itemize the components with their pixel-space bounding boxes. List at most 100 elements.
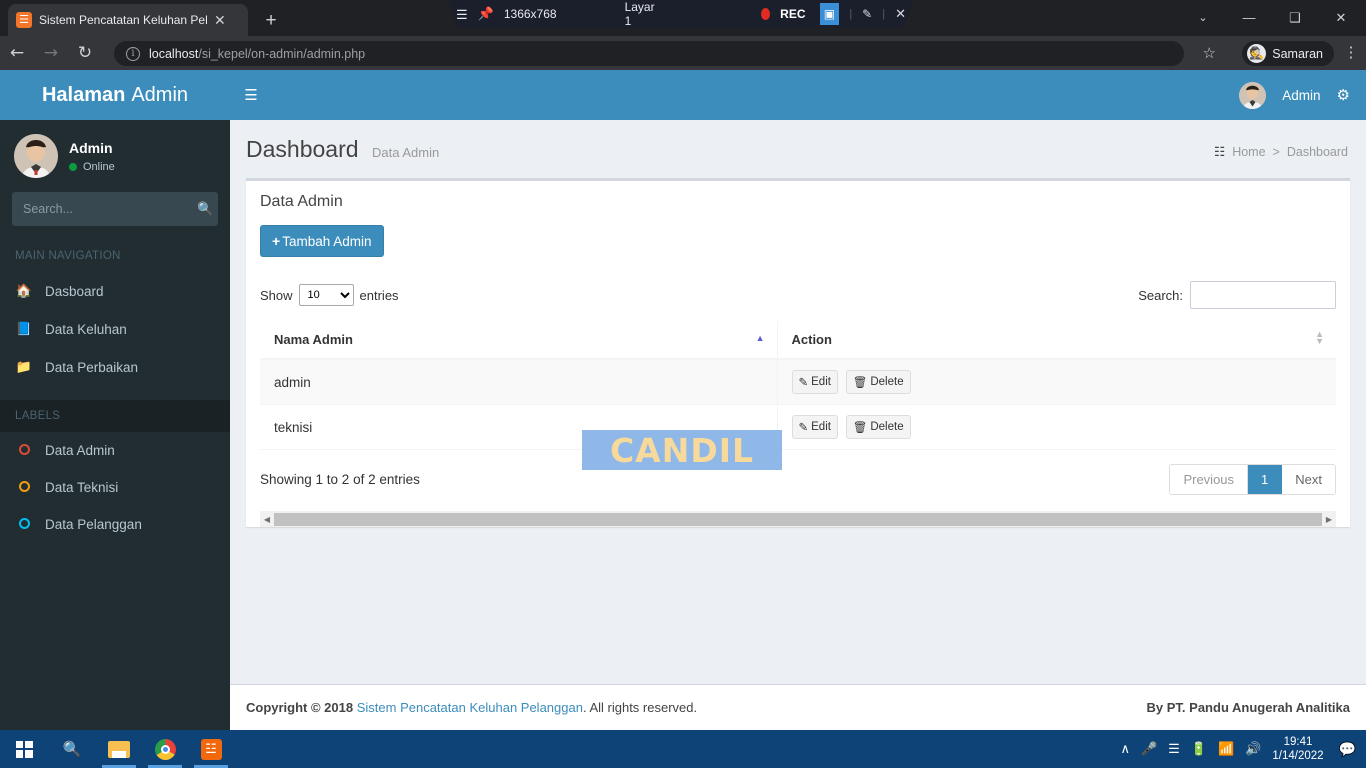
content-header: Dashboard Data Admin ☷ Home > Dashboard [230,120,1366,174]
page-root: Halaman Admin Admin Online Search... 🔍 M… [0,70,1366,730]
table-search-control: Search: [1138,281,1336,309]
pagination-page-1[interactable]: 1 [1248,465,1283,494]
breadcrumb: ☷ Home > Dashboard [1213,144,1348,160]
dashboard-icon: ☷ [1213,145,1226,159]
datatable-controls: Show 102550100 entries Search: [260,281,1336,309]
content-area: ☰ Admin ⚙ Dashboard Data Admin ☷ Home > … [230,70,1366,730]
pagination-next[interactable]: Next [1282,465,1335,494]
sidebar-item-label: Data Admin [45,443,115,458]
entries-select[interactable]: 102550100 [298,284,354,306]
system-tray: ∧ 🎤 ☰ 🔋 📶 🔊 19:41 1/14/2022 💬 [1120,735,1366,763]
volume-icon[interactable]: 🔊 [1245,741,1261,757]
sidebar-item-data-keluhan[interactable]: 📘 Data Keluhan [0,310,230,348]
navbar-avatar[interactable] [1239,81,1267,109]
breadcrumb-separator: > [1272,144,1280,159]
search-icon[interactable]: 🔍 [194,201,217,217]
reload-icon[interactable]: ↻ [68,36,102,70]
sidebar-user-name: Admin [69,139,113,156]
notification-icon[interactable]: 💬 [1339,741,1356,758]
chrome-icon[interactable] [142,730,188,768]
circle-yellow-icon [15,480,33,495]
sidebar-item-data-teknisi[interactable]: Data Teknisi [0,469,230,506]
edit-button[interactable]: ✎ Edit [791,415,838,439]
tambah-admin-button[interactable]: + Tambah Admin [260,225,384,257]
table-search-input[interactable] [1190,281,1336,309]
pin-icon[interactable]: 📌 [478,6,494,22]
back-arrow-icon[interactable]: ← [0,36,34,70]
window-maximize-button[interactable]: ❑ [1272,0,1318,36]
sidebar-item-label: Data Teknisi [45,480,119,495]
delete-button[interactable]: 🗑 Delete [845,370,911,394]
pencil-icon[interactable]: ✎ [862,7,872,21]
home-icon: 🏠 [15,283,33,298]
forward-arrow-icon[interactable]: → [34,36,68,70]
edit-label: Edit [811,376,831,388]
search-label: Search: [1138,287,1183,303]
footer-copyright: Copyright © 2018 Sistem Pencatatan Keluh… [246,700,697,715]
microphone-icon[interactable]: 🎤 [1141,741,1157,757]
sidebar-item-data-perbaikan[interactable]: 📁 Data Perbaikan [0,348,230,386]
footer-link[interactable]: Sistem Pencatatan Keluhan Pelanggan [357,700,583,715]
top-navbar: ☰ Admin ⚙ [230,70,1366,120]
column-header-action[interactable]: Action ▲ ▼ [777,321,1336,360]
windows-start-icon[interactable] [0,730,48,768]
browser-tab[interactable]: ☰ Sistem Pencatatan Keluhan Pelan ✕ [8,4,248,36]
taskbar-clock[interactable]: 19:41 1/14/2022 [1272,735,1323,763]
user-avatar [14,134,58,178]
url-host: localhost [149,46,199,61]
box-body: + Tambah Admin Show 102550100 entries Se… [246,221,1350,511]
datatable-footer: Showing 1 to 2 of 2 entries Previous 1 N… [260,464,1336,501]
sidebar-item-data-pelanggan[interactable]: Data Pelanggan [0,506,230,543]
column-header-nama-admin[interactable]: Nama Admin ▲ [260,321,778,360]
breadcrumb-home[interactable]: Home [1232,145,1265,159]
edit-button[interactable]: ✎ Edit [791,370,838,394]
wifi-icon[interactable]: 📶 [1218,741,1234,757]
address-bar[interactable]: i localhost/si_kepel/on-admin/admin.php [114,41,1184,66]
scroll-right-arrow-icon[interactable]: ▶ [1322,515,1336,524]
window-close-button[interactable]: ✕ [1318,0,1364,36]
pagination-previous[interactable]: Previous [1170,465,1249,494]
chevron-up-icon[interactable]: ∧ [1120,741,1130,757]
star-icon[interactable]: ☆ [1203,44,1216,62]
close-icon[interactable]: ✕ [895,6,906,22]
profile-chip[interactable]: 🕵 Samaran [1242,41,1334,66]
navbar-right: Admin ⚙ [1239,81,1366,109]
camera-icon[interactable]: ▣ [819,3,840,25]
delete-label: Delete [870,421,904,433]
horizontal-scrollbar[interactable]: ◀ ▶ [260,511,1336,527]
chevron-down-icon[interactable]: ⌄ [1180,0,1226,36]
trash-icon: 🗑 [852,422,868,434]
profile-label: Samaran [1272,46,1323,61]
scroll-left-arrow-icon[interactable]: ◀ [260,515,274,524]
incognito-icon: 🕵 [1247,44,1267,63]
file-explorer-icon[interactable] [96,730,142,768]
window-minimize-button[interactable]: — [1226,0,1272,36]
sidebar-search[interactable]: 🔍 [12,192,218,226]
scrollbar-thumb[interactable] [274,512,1322,526]
new-tab-button[interactable]: + [258,8,284,34]
settings-icon[interactable]: ☰ [1168,741,1180,757]
separator: | [882,8,886,20]
navbar-user-label[interactable]: Admin [1282,88,1320,103]
close-icon[interactable]: ✕ [214,13,226,27]
folder-icon: 📁 [15,359,33,374]
data-admin-table: Nama Admin ▲ Action ▲ ▼ admin ✎ Edit 🗑 D… [260,321,1336,450]
delete-button[interactable]: 🗑 Delete [845,415,911,439]
sidebar-item-data-admin[interactable]: Data Admin [0,432,230,469]
clock-date: 1/14/2022 [1272,750,1324,762]
xampp-icon[interactable]: ☳ [188,730,234,768]
three-dots-icon[interactable]: ⋮ [1341,44,1361,61]
search-icon[interactable]: 🔍 [48,730,96,768]
hamburger-icon[interactable]: ☰ [456,8,468,21]
sidebar-item-dasboard[interactable]: 🏠 Dasboard [0,272,230,310]
page-footer: Copyright © 2018 Sistem Pencatatan Keluh… [230,684,1366,730]
search-input[interactable] [13,202,194,216]
sidebar-brand[interactable]: Halaman Admin [0,70,230,120]
column-label: Nama Admin [274,332,353,347]
sidebar-toggle-button[interactable]: ☰ [230,86,272,104]
sidebar-section-header-main: MAIN NAVIGATION [15,250,121,262]
info-circle-icon[interactable]: i [126,46,140,61]
gears-icon[interactable]: ⚙ [1337,86,1350,104]
battery-icon[interactable]: 🔋 [1191,741,1207,757]
footer-company: By PT. Pandu Anugerah Analitika [1146,700,1350,715]
